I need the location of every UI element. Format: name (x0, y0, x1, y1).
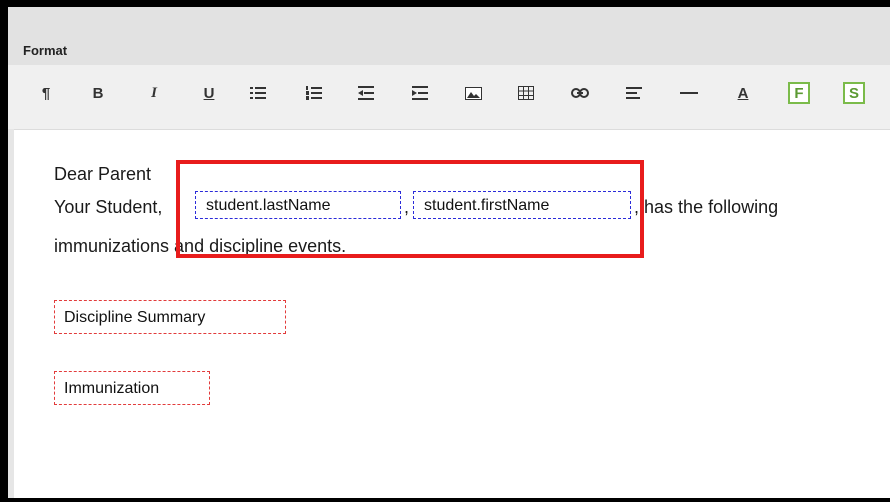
subreport-icon[interactable]: S (843, 82, 865, 104)
formatting-toolbar: ¶ B I U A F S (8, 65, 890, 130)
outdent-icon[interactable] (353, 80, 379, 106)
field-icon[interactable]: F (788, 82, 810, 104)
italic-icon[interactable]: I (141, 80, 167, 106)
greeting-text: Dear Parent (54, 164, 152, 184)
highlight-box (176, 160, 644, 258)
window-frame-left (0, 0, 8, 502)
format-header: Format (8, 7, 890, 65)
indent-icon[interactable] (407, 80, 433, 106)
immunization-block[interactable]: Immunization (54, 371, 210, 405)
link-icon[interactable] (567, 80, 593, 106)
format-label: Format (23, 43, 68, 58)
align-icon[interactable] (621, 80, 647, 106)
window-frame-bottom (0, 498, 890, 502)
discipline-summary-block[interactable]: Discipline Summary (54, 300, 286, 334)
numbered-list-icon[interactable] (301, 80, 327, 106)
window-frame-top (0, 0, 890, 7)
underline-icon[interactable]: U (196, 80, 222, 106)
paragraph-icon[interactable]: ¶ (33, 80, 59, 106)
student-line-prefix: Your Student, (54, 197, 163, 217)
text-color-icon[interactable]: A (730, 80, 756, 106)
bold-icon[interactable]: B (85, 80, 111, 106)
horizontal-rule-icon[interactable] (676, 80, 702, 106)
image-icon[interactable] (460, 80, 486, 106)
table-icon[interactable] (513, 80, 539, 106)
bulleted-list-icon[interactable] (245, 80, 271, 106)
student-line-suffix: , has the following (634, 197, 779, 217)
